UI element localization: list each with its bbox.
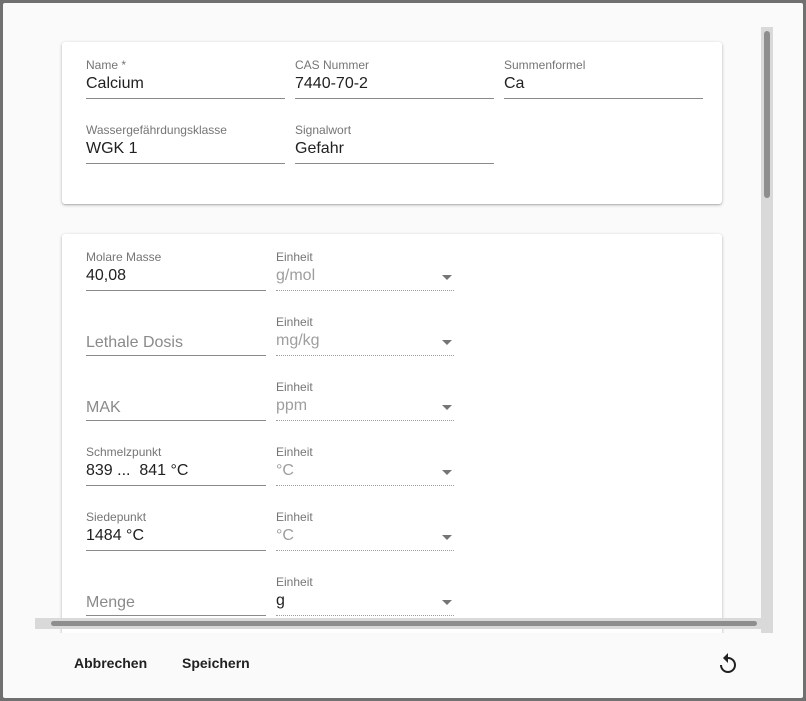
- boiling-point-unit-select[interactable]: Einheit °C: [276, 510, 454, 554]
- vertical-scrollbar[interactable]: [761, 27, 773, 633]
- melting-point-underline: [86, 485, 266, 486]
- dropdown-arrow-icon: [442, 470, 452, 475]
- horizontal-scrollbar-thumb[interactable]: [51, 621, 757, 626]
- unit-label: Einheit: [276, 315, 313, 329]
- mak-placeholder: MAK: [86, 399, 121, 416]
- save-button[interactable]: Speichern: [174, 647, 258, 679]
- amount-placeholder: Menge: [86, 594, 135, 611]
- vertical-scrollbar-thumb[interactable]: [764, 31, 770, 198]
- unit-label: Einheit: [276, 380, 313, 394]
- dialog-content[interactable]: Name * Calcium CAS Nummer 7440-70-2 Summ…: [35, 27, 773, 633]
- unit-label: Einheit: [276, 575, 313, 589]
- mak-unit-select[interactable]: Einheit ppm: [276, 380, 454, 424]
- wgk-label: Wassergefährdungsklasse: [86, 123, 227, 137]
- unit-underline: [276, 290, 454, 291]
- formula-field[interactable]: Summenformel Ca: [504, 58, 703, 102]
- molar-mass-value[interactable]: 40,08: [86, 267, 126, 285]
- lethal-dose-unit-select[interactable]: Einheit mg/kg: [276, 315, 454, 359]
- boiling-point-underline: [86, 550, 266, 551]
- melting-point-field[interactable]: Schmelzpunkt 839 ... 841 °C: [86, 445, 266, 489]
- horizontal-scrollbar[interactable]: [35, 618, 773, 629]
- lethal-dose-unit-value: mg/kg: [276, 332, 320, 349]
- molar-mass-label: Molare Masse: [86, 250, 162, 264]
- cas-field[interactable]: CAS Nummer 7440-70-2: [295, 58, 494, 102]
- signal-underline: [295, 163, 494, 164]
- dropdown-arrow-icon: [442, 405, 452, 410]
- dropdown-arrow-icon: [442, 275, 452, 280]
- formula-value[interactable]: Ca: [504, 75, 524, 93]
- unit-underline: [276, 615, 454, 616]
- molar-mass-underline: [86, 290, 266, 291]
- molar-mass-unit-value: g/mol: [276, 267, 316, 284]
- name-field[interactable]: Name * Calcium: [86, 58, 285, 102]
- mak-underline: [86, 420, 266, 421]
- signal-field[interactable]: Signalwort Gefahr: [295, 123, 494, 167]
- lethal-dose-underline: [86, 355, 266, 356]
- lethal-dose-placeholder: Lethale Dosis: [86, 334, 183, 351]
- edit-chemical-dialog: Name * Calcium CAS Nummer 7440-70-2 Summ…: [3, 3, 803, 698]
- amount-field[interactable]: Menge: [86, 575, 266, 619]
- unit-label: Einheit: [276, 510, 313, 524]
- unit-underline: [276, 355, 454, 356]
- amount-unit-select[interactable]: Einheit g: [276, 575, 454, 619]
- reset-icon[interactable]: [716, 652, 740, 676]
- name-label: Name *: [86, 58, 127, 72]
- wgk-field[interactable]: Wassergefährdungsklasse WGK 1: [86, 123, 285, 167]
- name-value[interactable]: Calcium: [86, 75, 144, 93]
- cas-value[interactable]: 7440-70-2: [295, 75, 368, 93]
- signal-value[interactable]: Gefahr: [295, 140, 344, 158]
- amount-unit-value: g: [276, 592, 285, 609]
- boiling-point-field[interactable]: Siedepunkt 1484 °C: [86, 510, 266, 554]
- dropdown-arrow-icon: [442, 600, 452, 605]
- boiling-point-label: Siedepunkt: [86, 510, 147, 524]
- boiling-point-value[interactable]: 1484 °C: [86, 527, 144, 545]
- melting-point-unit-select[interactable]: Einheit °C: [276, 445, 454, 489]
- cas-label: CAS Nummer: [295, 58, 370, 72]
- cas-underline: [295, 98, 494, 99]
- melting-point-value[interactable]: 839 ... 841 °C: [86, 462, 188, 480]
- unit-label: Einheit: [276, 250, 313, 264]
- unit-underline: [276, 550, 454, 551]
- signal-label: Signalwort: [295, 123, 352, 137]
- unit-underline: [276, 420, 454, 421]
- molar-mass-field[interactable]: Molare Masse 40,08: [86, 250, 266, 294]
- molar-mass-unit-select[interactable]: Einheit g/mol: [276, 250, 454, 294]
- amount-underline: [86, 615, 266, 616]
- formula-label: Summenformel: [504, 58, 586, 72]
- unit-underline: [276, 485, 454, 486]
- name-underline: [86, 98, 285, 99]
- cancel-button[interactable]: Abbrechen: [66, 647, 155, 679]
- properties-card: Molare Masse 40,08 Einheit g/mol Lethale…: [62, 234, 722, 633]
- general-info-card: Name * Calcium CAS Nummer 7440-70-2 Summ…: [62, 42, 722, 204]
- wgk-value[interactable]: WGK 1: [86, 140, 138, 158]
- wgk-underline: [86, 163, 285, 164]
- unit-label: Einheit: [276, 445, 313, 459]
- mak-unit-value: ppm: [276, 397, 308, 414]
- melting-point-label: Schmelzpunkt: [86, 445, 162, 459]
- lethal-dose-field[interactable]: Lethale Dosis: [86, 315, 266, 359]
- mak-field[interactable]: MAK: [86, 380, 266, 424]
- dropdown-arrow-icon: [442, 535, 452, 540]
- formula-underline: [504, 98, 703, 99]
- boiling-point-unit-value: °C: [276, 527, 294, 544]
- dropdown-arrow-icon: [442, 340, 452, 345]
- melting-point-unit-value: °C: [276, 462, 294, 479]
